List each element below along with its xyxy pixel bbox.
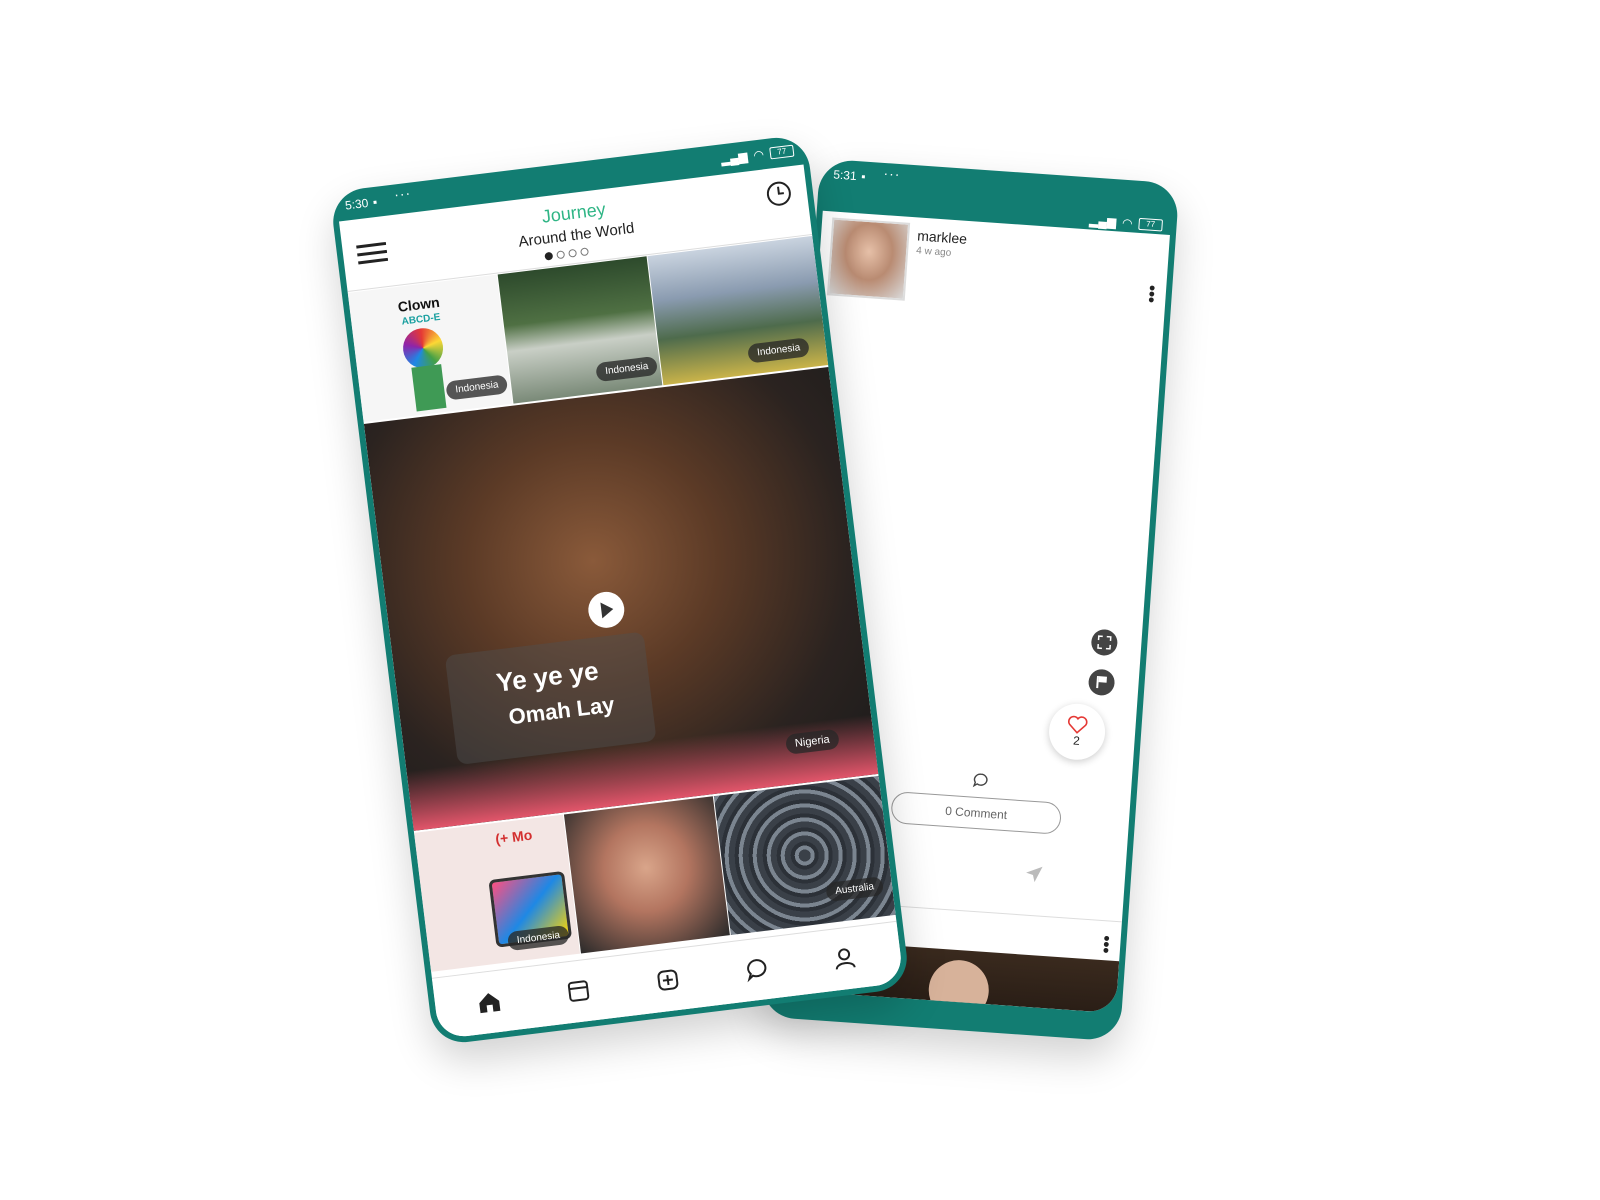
comment-icon <box>971 771 990 790</box>
carousel-dot[interactable] <box>580 247 589 257</box>
left-screen: Journey Around the World Clown ABCD-E In… <box>338 164 904 1040</box>
grid-tile-mountain[interactable]: Indonesia <box>647 235 829 386</box>
grid-tile-tablet[interactable]: (+ Mo Indonesia <box>414 814 581 972</box>
battery-icon: 77 <box>1138 217 1164 232</box>
signal-icon: ▂▄▆ <box>1088 213 1117 230</box>
more-icon: ··· <box>393 184 412 203</box>
history-icon[interactable] <box>763 178 794 209</box>
more-icon: ··· <box>883 164 902 183</box>
next-post-face <box>926 958 991 1014</box>
profile-icon[interactable] <box>829 943 860 974</box>
feed-icon[interactable] <box>563 975 594 1006</box>
grid-tile-clown[interactable]: Clown ABCD-E Indonesia <box>347 274 513 422</box>
post-username[interactable]: marklee <box>917 227 968 246</box>
tile-caption-sub: ABCD-E <box>401 311 441 328</box>
location-badge: Indonesia <box>747 337 811 364</box>
clown-body <box>411 364 447 412</box>
carousel-dot[interactable] <box>568 248 578 258</box>
report-flag-icon[interactable] <box>1087 668 1116 697</box>
play-icon[interactable] <box>586 589 627 630</box>
location-badge: Indonesia <box>595 355 659 383</box>
status-time: 5:30 <box>344 195 370 213</box>
grid-tile-tattoo[interactable]: Australia <box>713 775 896 936</box>
comment-button[interactable]: 0 Comment <box>890 791 1063 835</box>
carousel-dots <box>544 247 589 261</box>
chat-icon[interactable] <box>742 954 773 985</box>
fullscreen-icon[interactable] <box>1090 628 1119 657</box>
grid-tile-portrait[interactable] <box>563 796 730 954</box>
carousel-dot[interactable] <box>556 250 566 260</box>
location-badge: Australia <box>825 876 885 903</box>
like-button[interactable]: 2 <box>1047 701 1107 762</box>
home-icon[interactable] <box>474 986 505 1017</box>
more-options-icon[interactable]: • • • <box>1143 278 1161 310</box>
like-count: 2 <box>1072 733 1081 748</box>
message-icon: ▪ <box>372 194 378 210</box>
wifi-icon: ◠ <box>752 147 765 163</box>
post-mango <box>909 628 994 704</box>
wifi-icon: ◠ <box>1121 215 1134 231</box>
send-icon[interactable] <box>1022 862 1045 885</box>
battery-icon: 77 <box>769 144 795 160</box>
carousel-dot-active[interactable] <box>544 251 554 261</box>
heart-icon <box>1068 715 1088 734</box>
more-options-icon[interactable]: • • • <box>1097 928 1115 960</box>
grid-tile-river[interactable]: Indonesia <box>497 256 663 404</box>
post-time: 4 w ago <box>915 245 952 259</box>
avatar[interactable] <box>826 217 911 301</box>
message-icon: ▪ <box>860 169 867 184</box>
status-time: 5:31 <box>832 167 858 184</box>
video-post[interactable]: Ye ye ye Omah Lay Nigeria <box>363 366 879 831</box>
add-icon[interactable] <box>652 964 683 995</box>
location-badge: Indonesia <box>445 374 509 401</box>
signal-icon: ▂▄▆ <box>719 149 749 167</box>
tile-snippet: (+ Mo <box>494 826 534 847</box>
